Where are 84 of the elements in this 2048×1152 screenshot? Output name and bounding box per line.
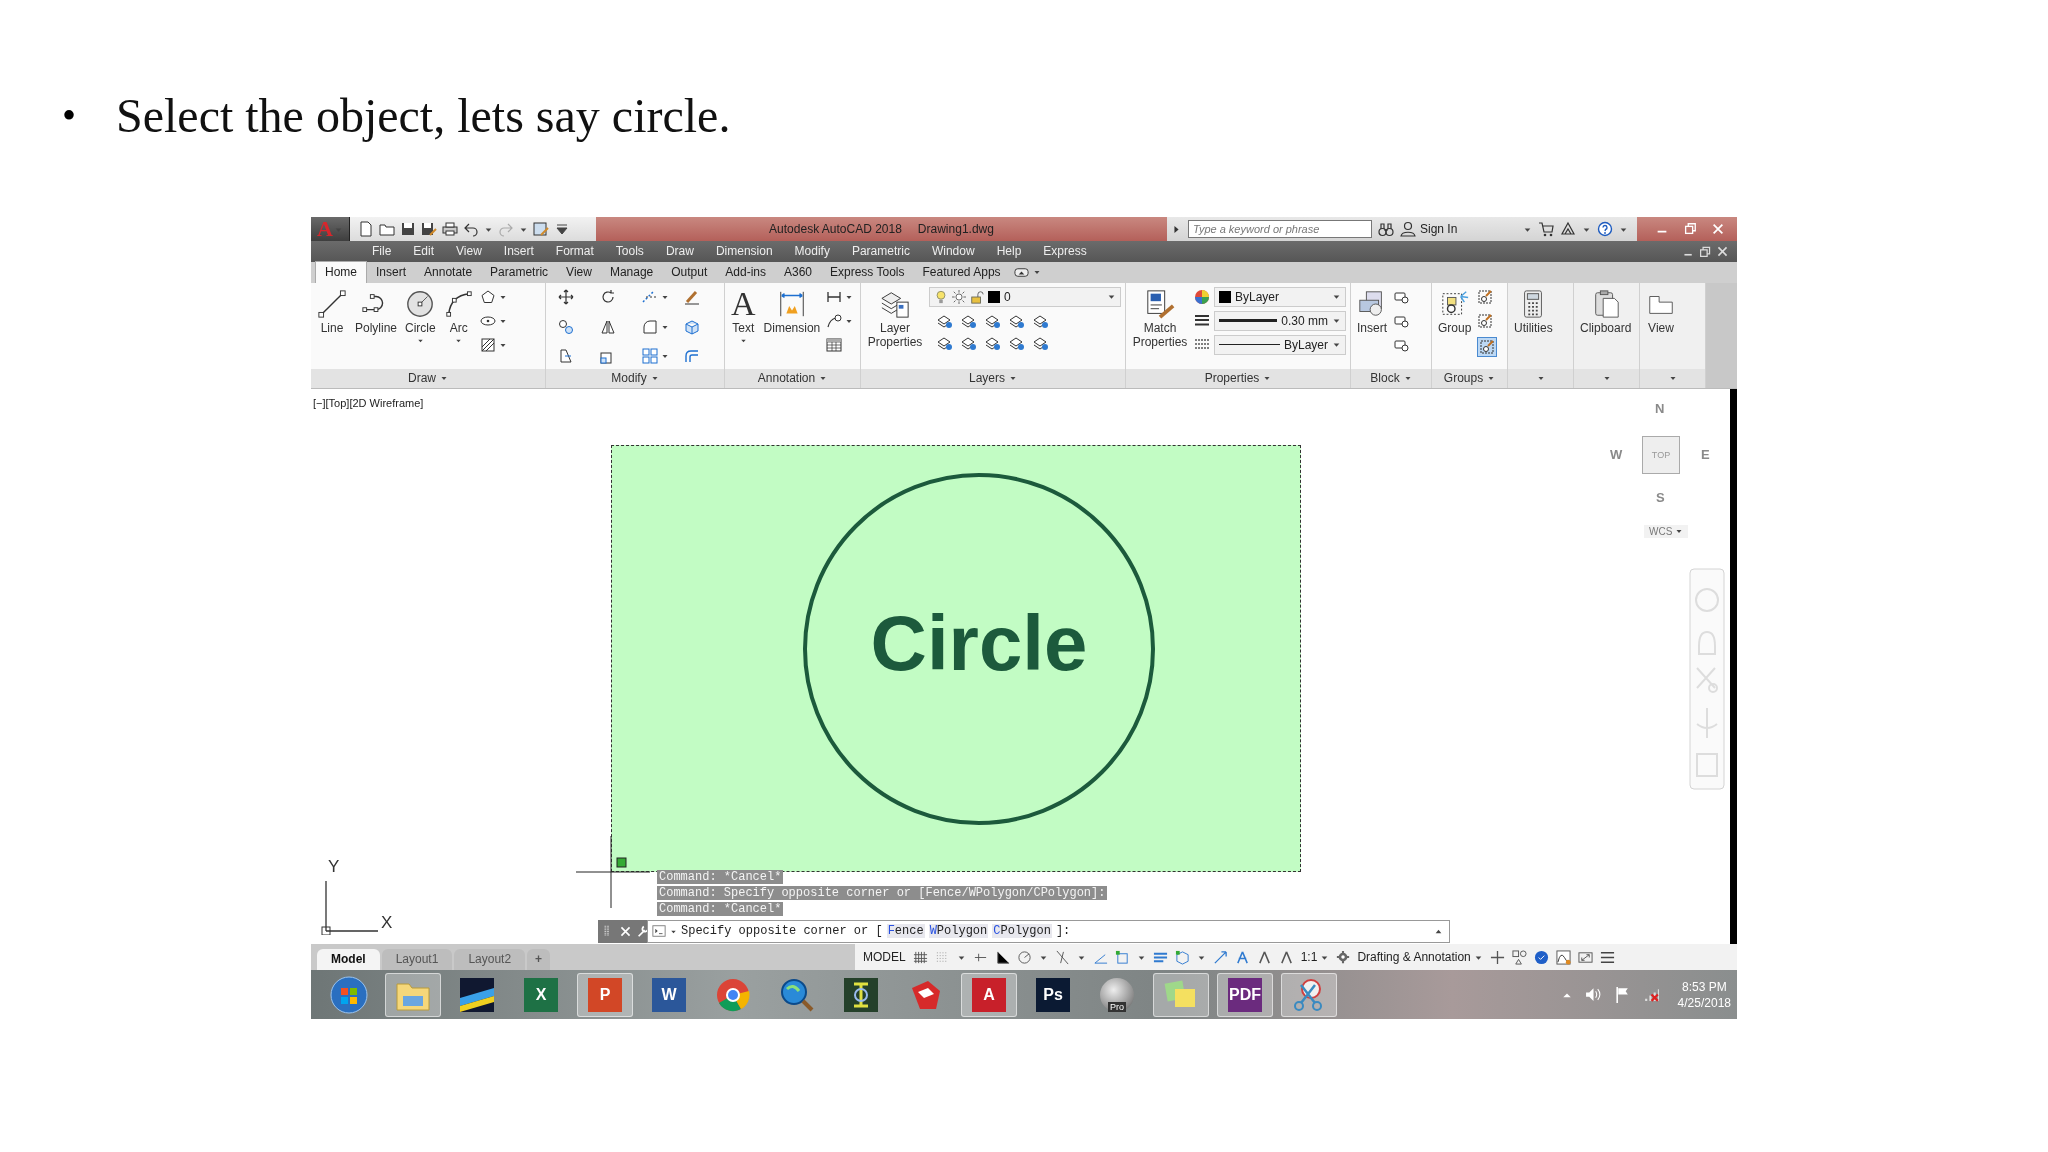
app-icon: P xyxy=(588,977,622,1012)
color-dropdown[interactable]: ByLayer xyxy=(1214,286,1346,307)
menu-item[interactable]: View xyxy=(445,244,493,259)
compass-label[interactable]: S xyxy=(1656,489,1665,505)
tool-button[interactable]: Circle xyxy=(403,286,438,346)
tool-button[interactable]: Arc xyxy=(441,286,476,346)
tool-button[interactable]: Dimension xyxy=(761,286,823,337)
ribbon-tab[interactable]: Featured Apps xyxy=(913,261,1010,283)
panel-title[interactable]: Layers xyxy=(861,368,1125,388)
tool-button[interactable]: View xyxy=(1644,286,1678,337)
viewport-controls[interactable]: [−][Top][2D Wireframe] xyxy=(313,396,424,409)
lineweight-dropdown[interactable]: 0.30 mm xyxy=(1214,310,1346,331)
tool-button[interactable]: A Text xyxy=(729,286,758,346)
command-option[interactable]: Fence xyxy=(886,924,925,939)
window-title: Autodesk AutoCAD 2018 xyxy=(769,222,902,236)
ribbon-tab[interactable]: Insert xyxy=(367,261,416,283)
ribbon-tab[interactable]: Output xyxy=(662,261,717,283)
taskbar-button[interactable]: PDF xyxy=(1217,972,1273,1017)
ribbon-tab[interactable]: Parametric xyxy=(481,261,558,283)
taskbar-button[interactable]: Ps xyxy=(1025,972,1081,1017)
menu-item[interactable]: Express xyxy=(1032,244,1098,259)
ribbon-tab[interactable]: Add-ins xyxy=(716,261,775,283)
panel-title[interactable]: Draw xyxy=(311,368,545,388)
ribbon-tab[interactable]: Manage xyxy=(600,261,663,283)
layout-tab[interactable]: Layout1 xyxy=(381,949,453,971)
taskbar-button[interactable]: A xyxy=(961,972,1017,1017)
menu-item[interactable]: Dimension xyxy=(704,244,784,259)
bullet: • xyxy=(62,92,77,140)
app-icon: Ps xyxy=(1036,977,1070,1012)
drawing-text: Circle xyxy=(869,597,1089,688)
axis-label: X xyxy=(381,912,393,933)
slide-text: Select the object, lets say circle. xyxy=(116,88,731,144)
taskbar-button[interactable]: P xyxy=(577,972,633,1017)
panel-title[interactable]: Annotation xyxy=(725,368,860,388)
command-option[interactable]: WPolygon xyxy=(928,924,989,939)
command-option[interactable]: CPolygon xyxy=(992,924,1052,939)
panel-title[interactable]: Block xyxy=(1351,368,1431,388)
panel-title[interactable]: Modify xyxy=(546,368,724,388)
menu-item[interactable]: Modify xyxy=(783,244,841,259)
panel-title[interactable]: Properties xyxy=(1126,368,1350,388)
annotation-scale-button[interactable]: 1:1 xyxy=(1300,950,1330,965)
axis-label: Y xyxy=(328,856,340,877)
app-icon: X xyxy=(524,977,558,1012)
model-space-button[interactable]: MODEL xyxy=(863,950,906,965)
app-icon: Pro xyxy=(1100,977,1134,1012)
app-icon: W xyxy=(652,977,686,1012)
menu-item[interactable]: Draw xyxy=(654,244,705,259)
tool-button[interactable]: Clipboard xyxy=(1578,286,1634,337)
add-layout-button[interactable]: + xyxy=(527,949,551,971)
menu-item[interactable]: File xyxy=(361,244,403,259)
panel-title[interactable]: Groups xyxy=(1432,368,1507,388)
tool-button[interactable]: Layer Properties xyxy=(865,286,925,351)
ribbon-tab[interactable]: View xyxy=(557,261,601,283)
linetype-dropdown[interactable]: ByLayer xyxy=(1214,334,1346,355)
wcs-dropdown[interactable]: WCS xyxy=(1644,524,1689,538)
menu-item[interactable]: Window xyxy=(920,244,986,259)
ribbon-tab[interactable]: Express Tools xyxy=(821,261,914,283)
menu-item[interactable]: Help xyxy=(985,244,1033,259)
menu-item[interactable]: Parametric xyxy=(840,244,921,259)
tool-button[interactable]: Polyline xyxy=(353,286,400,337)
taskbar-button[interactable]: X xyxy=(513,972,569,1017)
tool-button[interactable]: Match Properties xyxy=(1130,286,1190,351)
app-icon: A xyxy=(972,977,1006,1012)
sign-in-button[interactable]: Sign In xyxy=(1400,221,1458,237)
menu-item[interactable]: Insert xyxy=(492,244,545,259)
ribbon-tab[interactable]: Home xyxy=(315,260,367,283)
workspace-button[interactable]: Drafting & Annotation xyxy=(1357,950,1483,965)
ribbon-tab[interactable]: Annotate xyxy=(415,261,482,283)
menu-item[interactable]: Tools xyxy=(604,244,655,259)
menu-item[interactable]: Format xyxy=(544,244,605,259)
ribbon-tab[interactable]: A360 xyxy=(775,261,821,283)
search-field[interactable]: Type a keyword or phrase xyxy=(1188,220,1372,238)
tool-button[interactable]: Group xyxy=(1436,286,1474,337)
layer-dropdown[interactable]: 0 xyxy=(929,286,1121,307)
tool-button[interactable]: Line xyxy=(315,286,349,337)
taskbar-button[interactable]: Pro xyxy=(1089,972,1145,1017)
menu-item[interactable]: Edit xyxy=(402,244,446,259)
tool-button[interactable]: Utilities xyxy=(1512,286,1555,337)
layout-tab[interactable]: Model xyxy=(317,949,380,971)
taskbar-button[interactable]: W xyxy=(641,972,697,1017)
document-name: Drawing1.dwg xyxy=(917,222,994,236)
tool-button[interactable]: Insert xyxy=(1355,286,1389,337)
layout-tab[interactable]: Layout2 xyxy=(454,949,526,971)
app-icon: PDF xyxy=(1228,977,1262,1012)
